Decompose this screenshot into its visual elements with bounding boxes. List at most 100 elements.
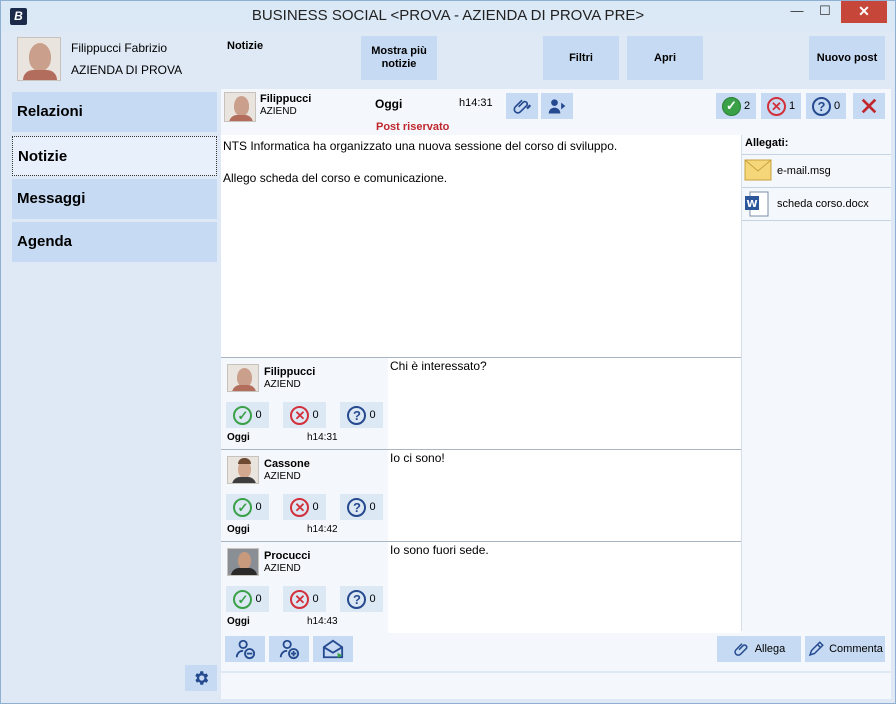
section-title: Notizie	[227, 40, 264, 52]
comment-author: Procucci	[264, 550, 311, 562]
comment-approve-button[interactable]: ✓ 0	[226, 402, 269, 428]
comment-approve-button[interactable]: ✓ 0	[226, 586, 269, 612]
comment-text: Io ci sono!	[390, 451, 445, 465]
comment-button[interactable]: Commenta	[805, 636, 885, 662]
attach-label: Allega	[754, 643, 786, 655]
user-minus-icon	[235, 639, 256, 660]
check-icon: ✓	[233, 405, 253, 425]
comment-question-button[interactable]: ? 0	[340, 494, 383, 520]
comment-approve-count: 0	[255, 409, 262, 421]
reject-icon: ✕	[290, 497, 310, 517]
delete-x-icon	[861, 98, 877, 114]
attach-button[interactable]: Allega	[717, 636, 801, 662]
sidebar-item-notizie[interactable]: Notizie	[12, 136, 217, 176]
assign-user-button[interactable]	[541, 93, 573, 119]
post-header: Filippucci AZIEND Oggi h14:31 Post riser…	[221, 89, 891, 135]
app-window: B BUSINESS SOCIAL <PROVA - AZIENDA DI PR…	[0, 0, 896, 704]
comment-approve-count: 0	[255, 593, 262, 605]
user-avatar	[17, 37, 61, 81]
remove-participant-button[interactable]	[225, 636, 265, 662]
title-bar: B BUSINESS SOCIAL <PROVA - AZIENDA DI PR…	[1, 1, 895, 31]
user-arrow-icon	[548, 99, 566, 114]
post-author-avatar	[224, 92, 256, 122]
comment-question-button[interactable]: ? 0	[340, 586, 383, 612]
question-count: 0	[833, 100, 841, 112]
reject-icon: ✕	[290, 405, 310, 425]
comment-company: AZIEND	[264, 563, 301, 574]
show-more-news-button[interactable]: Mostra più notizie	[361, 36, 437, 80]
show-more-news-label-2: notizie	[381, 58, 417, 70]
word-doc-icon: W	[745, 191, 769, 217]
question-icon: ?	[347, 405, 367, 425]
comment-approve-button[interactable]: ✓ 0	[226, 494, 269, 520]
comment-label: Commenta	[829, 643, 883, 655]
comment-time: h14:31	[307, 432, 338, 443]
settings-button[interactable]	[185, 665, 217, 691]
reject-icon: ✕	[290, 589, 310, 609]
comment-day: Oggi	[227, 616, 250, 627]
comment-avatar	[227, 364, 259, 392]
comment-time: h14:42	[307, 524, 338, 535]
paperclip-icon	[734, 643, 748, 656]
post-reserved-label: Post riservato	[376, 121, 450, 133]
comment-item: Filippucci AZIEND ✓ 0 ✕ 0 ? 0 Oggi h14:3…	[221, 357, 741, 449]
attachment-name: scheda corso.docx	[777, 198, 869, 210]
open-button[interactable]: Apri	[627, 36, 703, 80]
question-button[interactable]: ? 0	[806, 93, 846, 119]
comment-author: Cassone	[264, 458, 310, 470]
post-body: NTS Informatica ha organizzato una nuova…	[221, 135, 741, 357]
attach-link-button[interactable]	[506, 93, 538, 119]
add-participant-button[interactable]	[269, 636, 309, 662]
comment-reject-count: 0	[312, 501, 319, 513]
comment-text: Io sono fuori sede.	[390, 543, 489, 557]
maximize-button[interactable]: ☐	[811, 1, 839, 23]
check-icon: ✓	[233, 497, 253, 517]
sidebar-item-relazioni[interactable]: Relazioni	[12, 92, 217, 132]
reject-count: 1	[788, 100, 796, 112]
comment-reject-button[interactable]: ✕ 0	[283, 494, 326, 520]
new-post-button[interactable]: Nuovo post	[809, 36, 885, 80]
post-panel: Filippucci AZIEND Oggi h14:31 Post riser…	[221, 89, 891, 671]
comment-day: Oggi	[227, 524, 250, 535]
reject-button[interactable]: ✕ 1	[761, 93, 801, 119]
question-icon: ?	[347, 497, 367, 517]
comment-approve-count: 0	[255, 501, 262, 513]
close-window-button[interactable]: ✕	[841, 1, 887, 23]
comment-reject-button[interactable]: ✕ 0	[283, 402, 326, 428]
show-more-news-label-1: Mostra più	[371, 45, 427, 57]
comment-question-button[interactable]: ? 0	[340, 402, 383, 428]
comment-company: AZIEND	[264, 379, 301, 390]
post-time: h14:31	[459, 97, 493, 109]
gear-icon	[195, 671, 209, 685]
approve-count: 2	[743, 100, 751, 112]
send-mail-button[interactable]	[313, 636, 353, 662]
user-name: Filippucci Fabrizio	[71, 41, 168, 55]
question-icon: ?	[811, 96, 831, 116]
comment-company: AZIEND	[264, 471, 301, 482]
post-text-line-2: Allego scheda del corso e comunicazione.	[223, 171, 448, 185]
comment-question-count: 0	[369, 409, 376, 421]
filters-button[interactable]: Filtri	[543, 36, 619, 80]
minimize-button[interactable]: —	[783, 1, 811, 23]
comment-item: Procucci AZIEND ✓ 0 ✕ 0 ? 0 Oggi h14:43 …	[221, 541, 741, 633]
comment-reject-button[interactable]: ✕ 0	[283, 586, 326, 612]
attachment-item[interactable]: W scheda corso.docx	[742, 188, 891, 221]
user-plus-icon	[279, 639, 300, 660]
approve-button[interactable]: ✓ 2	[716, 93, 756, 119]
pencil-icon	[808, 641, 824, 657]
sidebar-item-messaggi[interactable]: Messaggi	[12, 179, 217, 219]
attachment-name: e-mail.msg	[777, 165, 831, 177]
envelope-send-icon	[322, 639, 344, 659]
comment-day: Oggi	[227, 432, 250, 443]
comment-avatar	[227, 548, 259, 576]
comment-text: Chi è interessato?	[390, 359, 487, 373]
sidebar-item-agenda[interactable]: Agenda	[12, 222, 217, 262]
envelope-icon	[744, 159, 772, 181]
comment-time: h14:43	[307, 616, 338, 627]
check-icon: ✓	[721, 96, 741, 116]
attachment-item[interactable]: e-mail.msg	[742, 155, 891, 188]
reject-icon: ✕	[766, 96, 786, 116]
post-text-line-1: NTS Informatica ha organizzato una nuova…	[223, 139, 618, 153]
comment-reject-count: 0	[312, 409, 319, 421]
delete-post-button[interactable]	[853, 93, 885, 119]
